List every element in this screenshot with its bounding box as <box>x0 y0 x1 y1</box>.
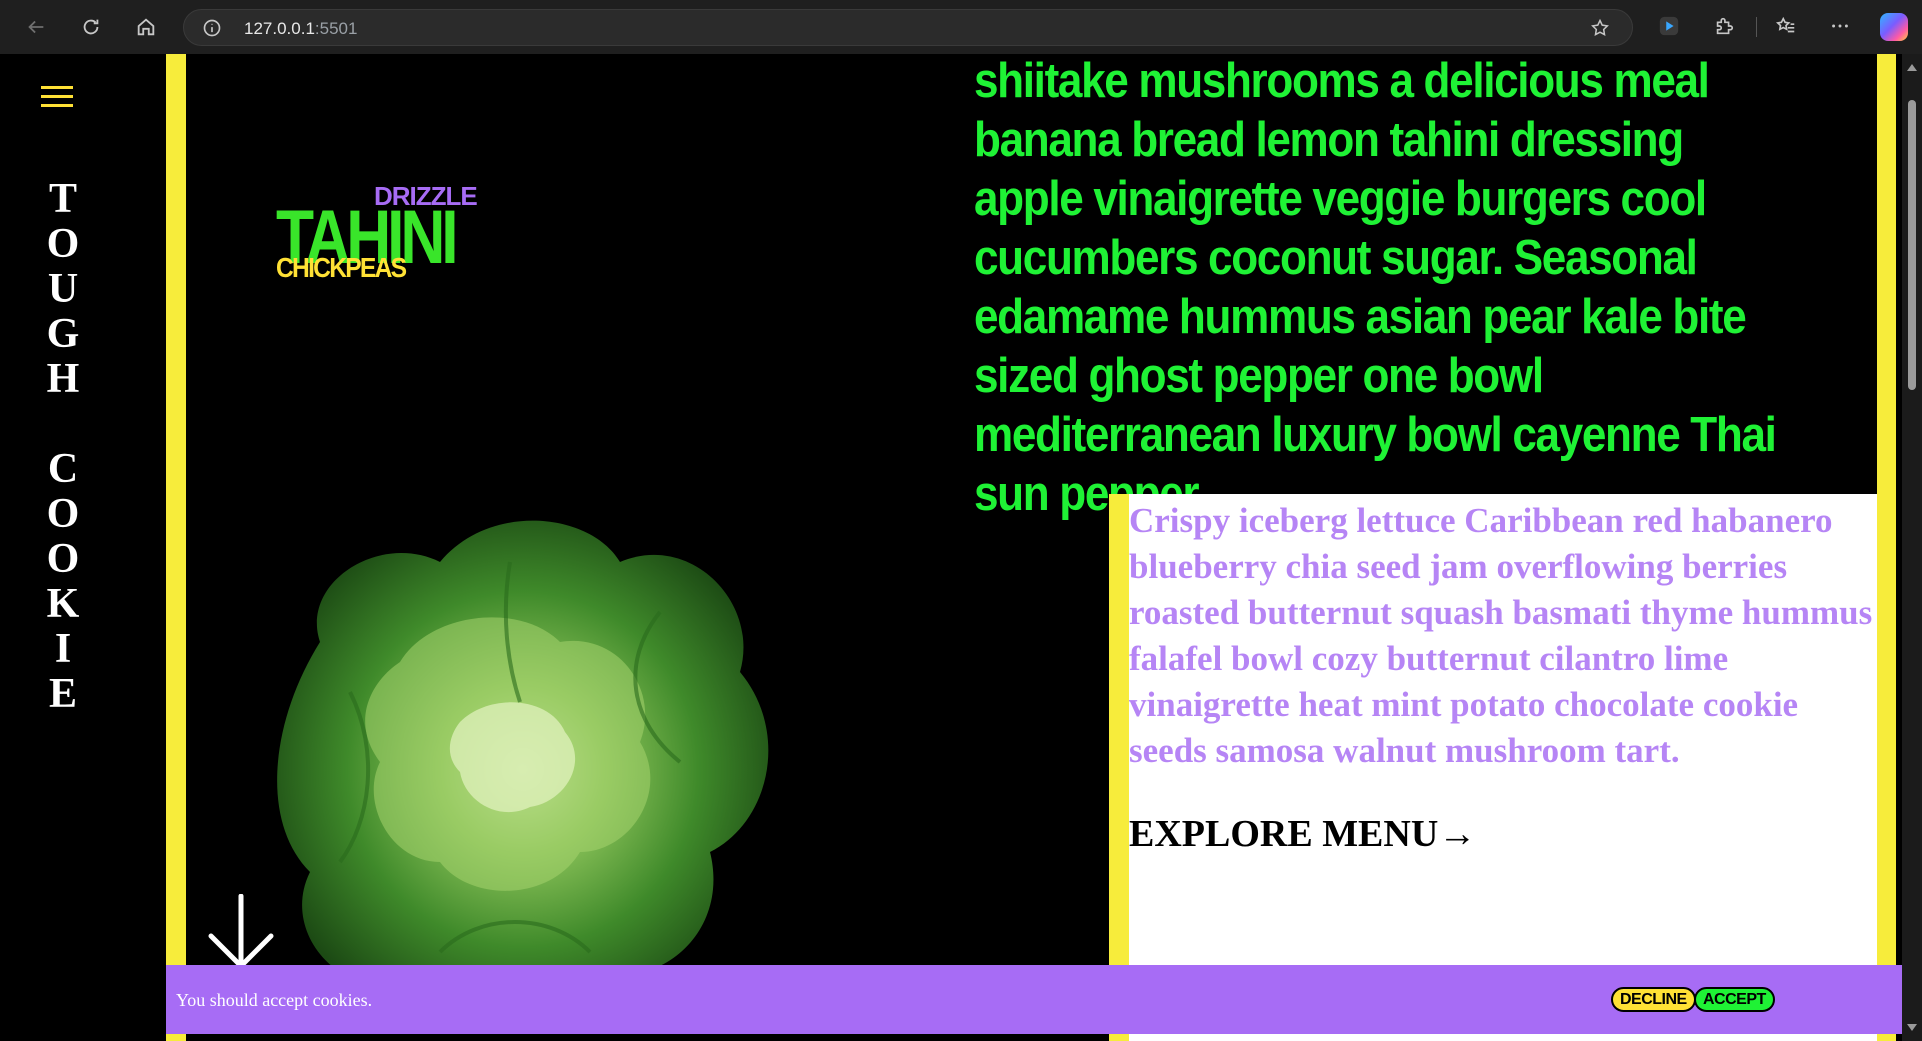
yellow-border-right <box>1877 54 1896 1041</box>
purple-paragraph: Crispy iceberg lettuce Caribbean red hab… <box>1129 501 1873 770</box>
more-options-icon[interactable] <box>1828 14 1852 38</box>
favorites-list-icon[interactable] <box>1774 14 1798 38</box>
hamburger-menu-icon[interactable] <box>41 86 73 108</box>
panel-yellow-stripe <box>1109 494 1129 1041</box>
extension-play-icon[interactable] <box>1657 14 1681 38</box>
sidebar: T O U G H C O O K I E <box>8 54 166 1041</box>
url-port: :5501 <box>314 19 358 38</box>
site-info-icon[interactable] <box>202 18 222 38</box>
yellow-border-left <box>166 54 186 1041</box>
home-icon[interactable] <box>130 11 162 43</box>
favorite-star-icon[interactable] <box>1590 18 1610 38</box>
extensions-puzzle-icon[interactable] <box>1712 14 1736 38</box>
main-content: DRIZZLE TAHINI CHICKPEAS shiitake mushro… <box>166 54 1896 1041</box>
explore-menu-link[interactable]: EXPLORE MENU→ <box>1129 812 1476 856</box>
scrollbar-thumb[interactable] <box>1908 100 1916 390</box>
decline-button[interactable]: DECLINE <box>1611 987 1696 1012</box>
cookie-banner: You should accept cookies. DECLINE ACCEP… <box>166 965 1902 1034</box>
url-text: 127.0.0.1:5501 <box>244 19 357 39</box>
word-chickpeas: CHICKPEAS <box>276 252 407 283</box>
scroll-up-arrow-icon[interactable] <box>1907 64 1917 71</box>
toolbar-separator <box>1756 17 1757 37</box>
vertical-site-title: T O U G H C O O K I E <box>46 176 80 717</box>
scroll-down-arrow-icon[interactable] <box>206 894 276 969</box>
back-arrow-icon[interactable] <box>20 11 52 43</box>
page-viewport: T O U G H C O O K I E DRIZZLE TAHINI CHI… <box>0 54 1902 1041</box>
address-bar[interactable]: 127.0.0.1:5501 <box>183 9 1633 46</box>
scroll-down-button-icon[interactable] <box>1907 1024 1917 1031</box>
browser-toolbar: 127.0.0.1:5501 <box>0 0 1922 55</box>
accept-button[interactable]: ACCEPT <box>1694 987 1775 1012</box>
vertical-scrollbar[interactable] <box>1902 54 1922 1041</box>
intro-panel: Crispy iceberg lettuce Caribbean red hab… <box>1109 494 1877 1041</box>
copilot-icon[interactable] <box>1880 13 1908 41</box>
reload-icon[interactable] <box>75 11 107 43</box>
cookie-message: You should accept cookies. <box>176 990 373 1010</box>
url-host: 127.0.0.1 <box>244 19 315 38</box>
green-paragraph: shiitake mushrooms a delicious meal bana… <box>974 54 1777 521</box>
lettuce-image <box>277 520 769 1019</box>
